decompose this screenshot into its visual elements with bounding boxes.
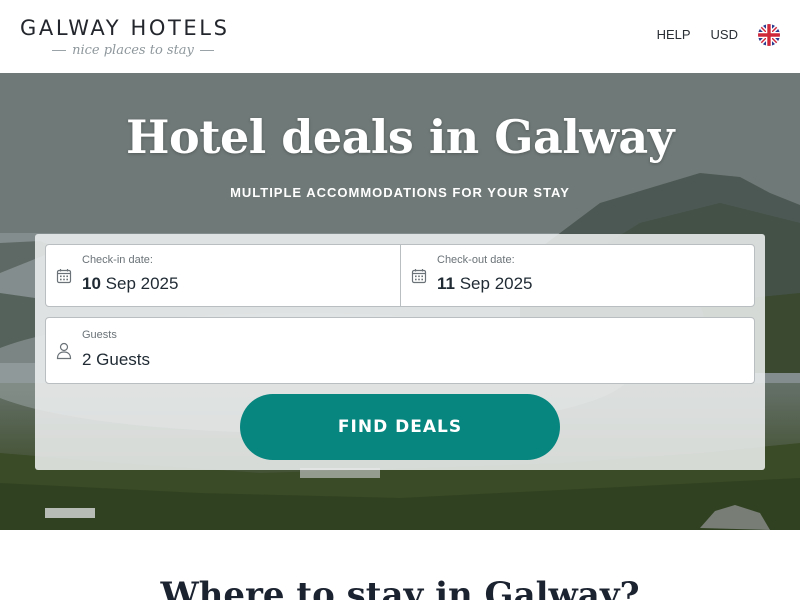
tagline-divider bbox=[52, 50, 67, 51]
checkout-date-field[interactable]: Check-out date: 11 Sep 2025 bbox=[400, 245, 754, 306]
help-link[interactable]: HELP bbox=[657, 24, 691, 46]
guests-selector[interactable]: Guests 2 Guests bbox=[45, 317, 755, 384]
logo-tagline: nice places to stay bbox=[20, 43, 246, 58]
checkout-label: Check-out date: bbox=[437, 254, 515, 266]
section-title: Where to stay in Galway? bbox=[160, 575, 640, 600]
site-header: GALWAY HOTELS nice places to stay HELP U… bbox=[0, 0, 800, 73]
top-nav: HELP USD bbox=[657, 24, 780, 46]
tagline-text: nice places to stay bbox=[72, 43, 194, 58]
tagline-divider bbox=[199, 50, 214, 51]
checkin-month-year: Sep 2025 bbox=[105, 274, 179, 293]
hero-title: Hotel deals in Galway bbox=[126, 110, 674, 164]
checkin-date-field[interactable]: Check-in date: 10 Sep 2025 bbox=[46, 245, 400, 306]
calendar-icon bbox=[56, 269, 72, 284]
checkin-label: Check-in date: bbox=[82, 254, 153, 266]
checkout-value: 11 Sep 2025 bbox=[437, 274, 533, 294]
guests-value: 2 Guests bbox=[82, 350, 151, 369]
person-icon bbox=[56, 342, 72, 360]
find-deals-button[interactable]: FIND DEALS bbox=[240, 394, 560, 460]
checkout-day: 11 bbox=[437, 274, 455, 293]
uk-flag-icon[interactable] bbox=[758, 24, 780, 46]
checkin-day: 10 bbox=[82, 274, 101, 293]
logo-wordmark: GALWAY HOTELS bbox=[20, 16, 230, 40]
guests-label: Guests bbox=[82, 329, 117, 341]
checkout-month-year: Sep 2025 bbox=[459, 274, 533, 293]
date-range-picker: Check-in date: 10 Sep 2025 Check-out dat… bbox=[45, 244, 755, 307]
checkin-value: 10 Sep 2025 bbox=[82, 274, 178, 294]
hero-banner: Hotel deals in Galway MULTIPLE ACCOMMODA… bbox=[0, 73, 800, 530]
site-logo[interactable]: GALWAY HOTELS nice places to stay bbox=[20, 14, 246, 58]
search-panel: Check-in date: 10 Sep 2025 Check-out dat… bbox=[35, 234, 765, 470]
calendar-icon bbox=[411, 269, 427, 284]
hero-subtitle: MULTIPLE ACCOMMODATIONS FOR YOUR STAY bbox=[230, 185, 570, 200]
currency-selector[interactable]: USD bbox=[711, 24, 738, 46]
